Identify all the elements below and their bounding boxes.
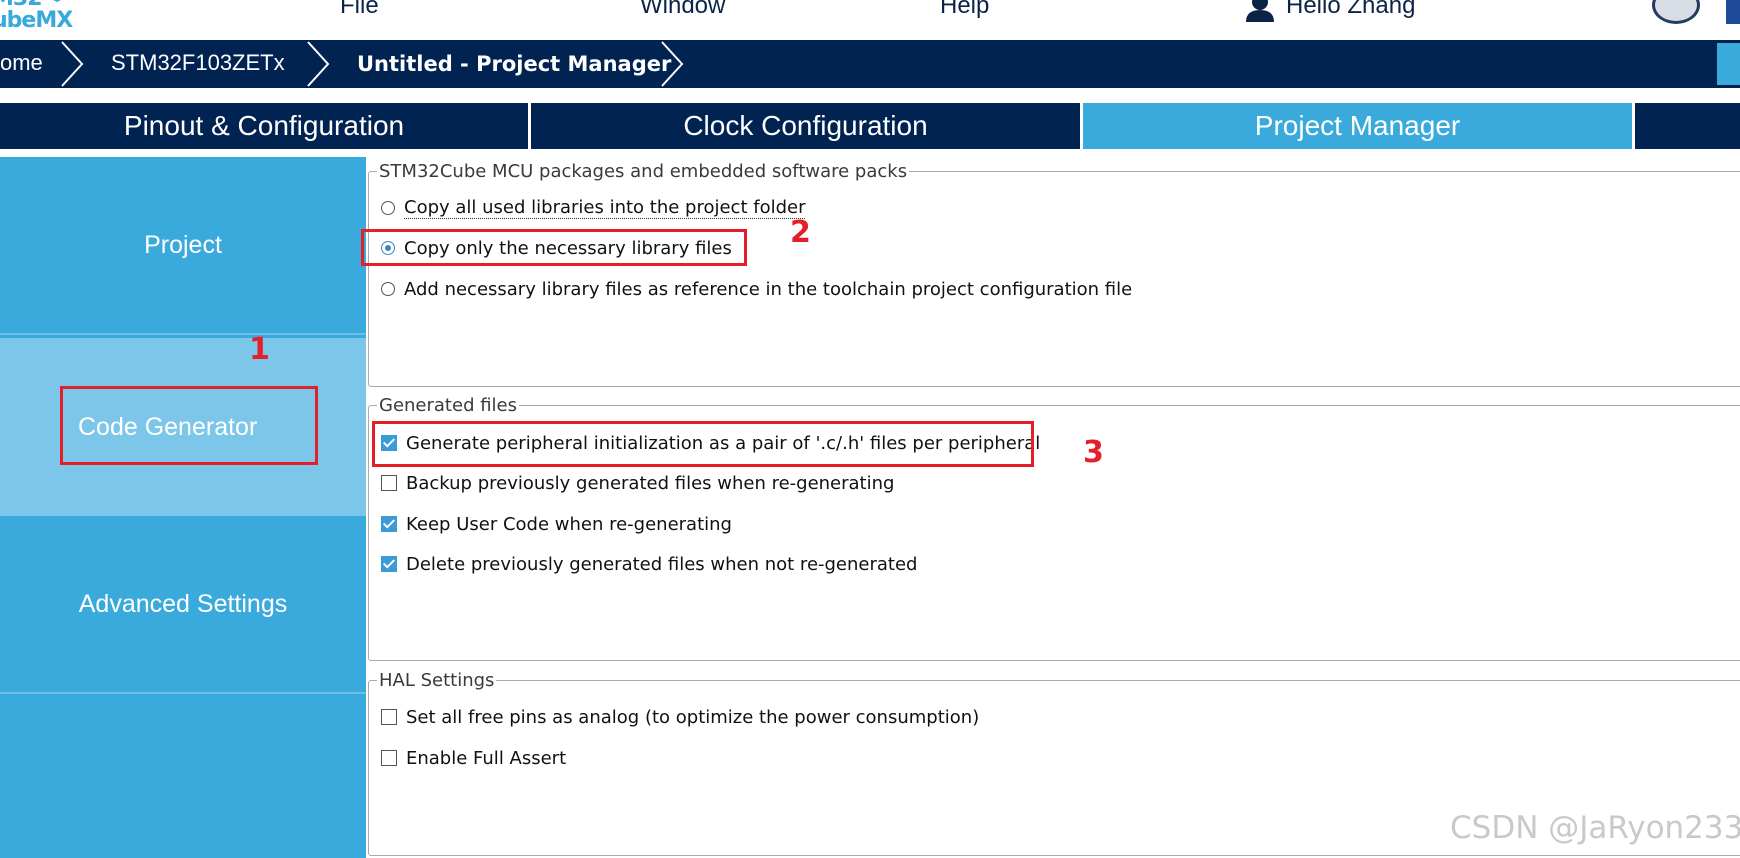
option-label: Backup previously generated files when r…: [406, 472, 895, 494]
option-label: Set all free pins as analog (to optimize…: [406, 706, 980, 728]
annotation-box-generate-peripheral: [372, 421, 1034, 467]
breadcrumb-home[interactable]: ome: [0, 50, 43, 76]
stm32cubemx-logo: M32 ubeMX: [0, 0, 73, 36]
option-label: Delete previously generated files when n…: [406, 553, 918, 575]
checkbox[interactable]: [381, 475, 397, 491]
checkbox-checked[interactable]: [381, 556, 397, 572]
annotation-mark-3: 3: [1083, 435, 1104, 470]
tab-bar: Pinout & Configuration Clock Configurati…: [0, 103, 1740, 149]
tab-project-manager[interactable]: Project Manager: [1083, 103, 1632, 149]
annotation-box-code-generator: [60, 386, 318, 465]
tab-clock-configuration[interactable]: Clock Configuration: [531, 103, 1080, 149]
sidebar-divider: [0, 692, 366, 694]
checkbox-checked[interactable]: [381, 516, 397, 532]
option-label: Enable Full Assert: [406, 747, 567, 769]
radio-button[interactable]: [381, 282, 395, 296]
chevron-right-icon: [661, 41, 684, 87]
tab-separator: [1632, 103, 1635, 149]
breadcrumb-mcu[interactable]: STM32F103ZETx: [111, 50, 285, 76]
tab-pinout-configuration[interactable]: Pinout & Configuration: [0, 103, 528, 149]
menu-help[interactable]: Help: [940, 0, 989, 20]
option-backup-generated[interactable]: Backup previously generated files when r…: [381, 470, 894, 496]
option-delete-not-regenerated[interactable]: Delete previously generated files when n…: [381, 551, 917, 577]
sidebar-item-advanced-settings[interactable]: Advanced Settings: [0, 516, 366, 692]
annotation-mark-1: 1: [249, 332, 270, 367]
chevron-right-icon: [61, 41, 84, 87]
sidebar: Project Code Generator Advanced Settings: [0, 157, 366, 858]
checkbox[interactable]: [381, 750, 397, 766]
watermark: CSDN @JaRyon233: [1450, 810, 1740, 846]
user-icon: [1246, 0, 1274, 22]
group-legend: STM32Cube MCU packages and embedded soft…: [377, 161, 910, 182]
menu-window[interactable]: Window: [640, 0, 725, 20]
sidebar-item-project[interactable]: Project: [0, 157, 366, 333]
st-globe-icon[interactable]: [1652, 0, 1700, 24]
window-edge: [1726, 0, 1740, 24]
logo-line-2: ubeMX: [0, 8, 73, 33]
option-keep-user-code[interactable]: Keep User Code when re-generating: [381, 511, 732, 537]
radio-button[interactable]: [381, 201, 395, 215]
option-enable-full-assert[interactable]: Enable Full Assert: [381, 745, 566, 771]
option-label: Copy all used libraries into the project…: [404, 197, 806, 219]
option-free-pins-analog[interactable]: Set all free pins as analog (to optimize…: [381, 704, 979, 730]
option-add-as-reference[interactable]: Add necessary library files as reference…: [381, 276, 1132, 302]
option-copy-all-libraries[interactable]: Copy all used libraries into the project…: [381, 195, 806, 221]
annotation-box-copy-necessary: [361, 229, 747, 266]
option-label: Keep User Code when re-generating: [406, 513, 732, 535]
user-name[interactable]: Hello Zhang: [1286, 0, 1415, 20]
group-legend: Generated files: [377, 395, 520, 416]
breadcrumb-current[interactable]: Untitled - Project Manager: [357, 52, 671, 76]
generate-code-button[interactable]: [1717, 43, 1740, 85]
annotation-mark-2: 2: [790, 215, 811, 250]
option-label: Add necessary library files as reference…: [404, 278, 1133, 300]
menu-bar: M32 ubeMX File Window Help Hello Zhang: [0, 0, 1740, 40]
chevron-right-icon: [307, 41, 330, 87]
breadcrumb: ome STM32F103ZETx Untitled - Project Man…: [0, 40, 1740, 88]
menu-file[interactable]: File: [340, 0, 379, 20]
cube-icon: [53, 0, 61, 3]
checkbox[interactable]: [381, 709, 397, 725]
sidebar-divider: [0, 333, 366, 335]
group-legend: HAL Settings: [377, 670, 497, 691]
